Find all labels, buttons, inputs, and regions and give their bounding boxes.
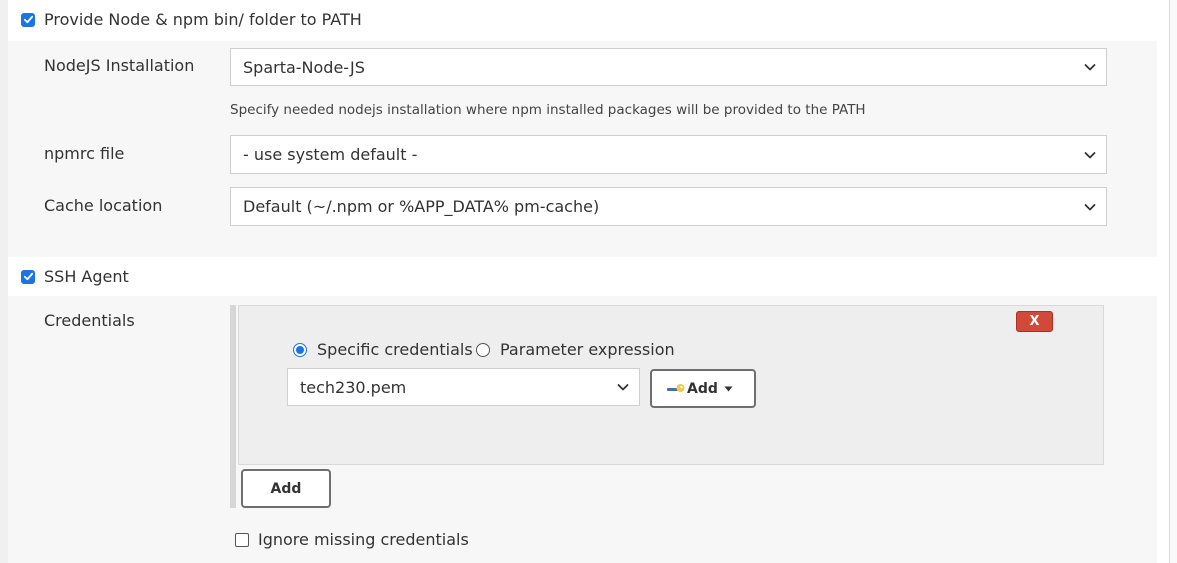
ignore-missing-label: Ignore missing credentials bbox=[258, 530, 469, 549]
radio-parameter-expression-label: Parameter expression bbox=[500, 340, 675, 359]
node-path-checkbox-label: Provide Node & npm bin/ folder to PATH bbox=[44, 10, 362, 29]
npmrc-file-label: npmrc file bbox=[44, 144, 125, 163]
right-gutter bbox=[1170, 0, 1177, 563]
add-credentials-entry-button[interactable]: Add bbox=[241, 469, 331, 508]
check-icon bbox=[23, 15, 33, 24]
npmrc-file-value: - use system default - bbox=[243, 145, 418, 164]
chevron-down-icon bbox=[1084, 203, 1096, 210]
npmrc-file-select[interactable]: - use system default - bbox=[230, 135, 1107, 174]
delete-credential-button[interactable]: X bbox=[1016, 311, 1053, 332]
radio-specific-credentials-row[interactable]: Specific credentials bbox=[293, 340, 473, 359]
add-credential-label: Add bbox=[687, 380, 718, 397]
left-gutter bbox=[0, 0, 8, 563]
node-path-checkbox[interactable] bbox=[21, 12, 35, 27]
nodejs-installation-help: Specify needed nodejs installation where… bbox=[230, 102, 866, 118]
radio-specific-credentials-label: Specific credentials bbox=[317, 340, 473, 359]
cache-location-label: Cache location bbox=[44, 196, 163, 215]
node-path-checkbox-row[interactable]: Provide Node & npm bin/ folder to PATH bbox=[21, 10, 362, 29]
radio-parameter-expression[interactable] bbox=[476, 342, 490, 357]
credential-select[interactable]: tech230.pem bbox=[287, 368, 640, 406]
ssh-agent-checkbox-label: SSH Agent bbox=[44, 267, 129, 286]
ignore-missing-checkbox[interactable] bbox=[235, 532, 249, 547]
nodejs-installation-select[interactable]: Sparta-Node-JS bbox=[230, 48, 1107, 86]
credentials-label: Credentials bbox=[44, 311, 135, 330]
cache-location-select[interactable]: Default (~/.npm or %APP_DATA% pm-cache) bbox=[230, 187, 1107, 226]
key-icon bbox=[667, 383, 685, 392]
ignore-missing-row[interactable]: Ignore missing credentials bbox=[235, 530, 469, 549]
cache-location-value: Default (~/.npm or %APP_DATA% pm-cache) bbox=[243, 197, 600, 216]
chevron-down-icon bbox=[1084, 64, 1096, 71]
check-icon bbox=[23, 272, 33, 281]
ssh-agent-checkbox[interactable] bbox=[21, 269, 35, 284]
add-credential-button[interactable]: Add bbox=[650, 369, 756, 408]
nodejs-installation-value: Sparta-Node-JS bbox=[243, 57, 365, 77]
chevron-down-icon bbox=[617, 384, 629, 391]
credentials-group-bar bbox=[230, 305, 236, 508]
credential-value: tech230.pem bbox=[300, 377, 407, 397]
caret-down-icon bbox=[724, 386, 733, 391]
chevron-down-icon bbox=[1084, 151, 1096, 158]
radio-parameter-expression-row[interactable]: Parameter expression bbox=[476, 340, 675, 359]
ssh-agent-checkbox-row[interactable]: SSH Agent bbox=[21, 267, 129, 286]
jenkins-build-environment: Provide Node & npm bin/ folder to PATH N… bbox=[0, 0, 1177, 563]
radio-specific-credentials[interactable] bbox=[293, 342, 307, 357]
nodejs-installation-label: NodeJS Installation bbox=[44, 56, 195, 75]
